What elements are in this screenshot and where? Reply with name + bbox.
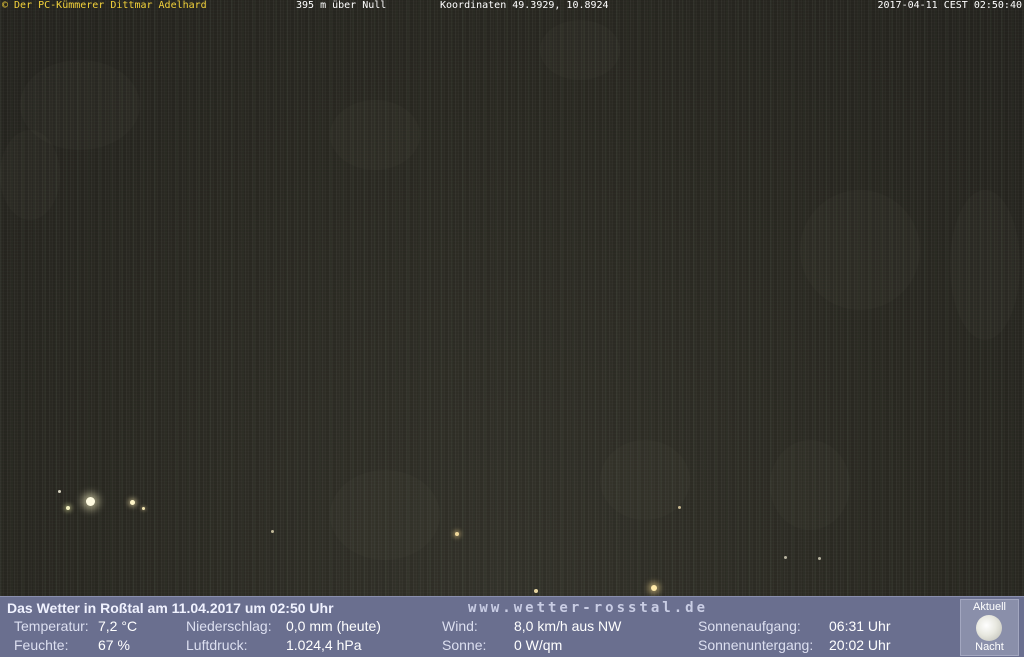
town-light xyxy=(86,497,95,506)
webcam-info-overlay: © Der PC-Kümmerer Dittmar Adelhard 395 m… xyxy=(0,0,1024,12)
webcam-night-image xyxy=(0,0,1024,596)
noise-patch xyxy=(770,440,850,530)
humidity-label: Feuchte: xyxy=(14,637,69,653)
noise-patch xyxy=(950,190,1020,340)
sunrise-label: Sonnenaufgang: xyxy=(698,618,801,634)
town-light xyxy=(455,532,459,536)
sun-value: 0 W/qm xyxy=(514,637,563,653)
town-light xyxy=(534,589,538,593)
moon-current-label: Aktuell xyxy=(972,601,1007,613)
sunset-value: 20:02 Uhr xyxy=(829,637,891,653)
website-url: www.wetter-rosstal.de xyxy=(468,600,709,616)
wind-label: Wind: xyxy=(442,618,478,634)
moon-night-label: Nacht xyxy=(975,641,1004,653)
temperature-label: Temperatur: xyxy=(14,618,89,634)
wind-value: 8,0 km/h aus NW xyxy=(514,618,622,634)
noise-patch xyxy=(540,20,620,80)
precipitation-label: Niederschlag: xyxy=(186,618,272,634)
noise-patch xyxy=(800,190,920,310)
capture-timestamp: 2017-04-11 CEST 02:50:40 xyxy=(877,0,1023,11)
coordinates-readout: Koordinaten 49.3929, 10.8924 xyxy=(440,0,609,11)
temperature-value: 7,2 °C xyxy=(98,618,138,634)
town-light xyxy=(142,507,145,510)
moon-phase-box: Aktuell Nacht xyxy=(960,599,1019,656)
weather-footer: Das Wetter in Roßtal am 11.04.2017 um 02… xyxy=(0,596,1024,657)
pressure-label: Luftdruck: xyxy=(186,637,248,653)
weather-title: Das Wetter in Roßtal am 11.04.2017 um 02… xyxy=(7,600,334,616)
town-light xyxy=(651,585,657,591)
town-light xyxy=(58,490,61,493)
town-light xyxy=(271,530,274,533)
humidity-value: 67 % xyxy=(98,637,130,653)
sunrise-value: 06:31 Uhr xyxy=(829,618,891,634)
town-light xyxy=(130,500,135,505)
noise-patch xyxy=(600,440,690,520)
noise-patch xyxy=(330,470,440,560)
noise-patch xyxy=(0,130,60,220)
noise-patch xyxy=(330,100,420,170)
moon-icon xyxy=(976,615,1002,641)
town-light xyxy=(818,557,821,560)
pressure-value: 1.024,4 hPa xyxy=(286,637,362,653)
town-light xyxy=(784,556,787,559)
altitude-readout: 395 m über Null xyxy=(296,0,387,11)
town-light xyxy=(678,506,681,509)
town-light xyxy=(66,506,70,510)
sun-label: Sonne: xyxy=(442,637,487,653)
copyright-owner: © Der PC-Kümmerer Dittmar Adelhard xyxy=(2,0,207,11)
precipitation-value: 0,0 mm (heute) xyxy=(286,618,381,634)
sunset-label: Sonnenuntergang: xyxy=(698,637,814,653)
